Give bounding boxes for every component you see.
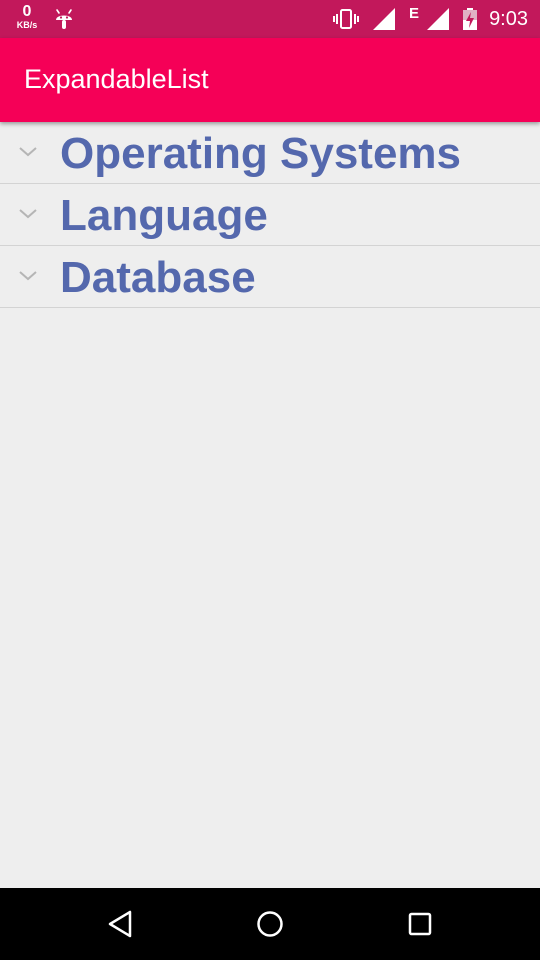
back-icon [108,910,132,938]
home-button[interactable] [252,906,288,942]
android-debug-icon [56,9,72,29]
network-speed: 0 KB/s [12,4,42,30]
network-speed-value: 0 [22,3,32,20]
vibrate-icon [333,9,360,29]
group-label: Operating Systems [60,129,462,178]
home-icon [257,911,283,937]
list-group-database[interactable]: Database [0,246,540,308]
app-bar: ExpandableList [0,38,540,122]
status-left: 0 KB/s [12,4,74,30]
status-right: E 9:03 [319,0,528,38]
group-label: Database [60,253,256,302]
chevron-down-icon [19,147,37,157]
signal-icon [373,8,396,30]
network-type: E [409,4,420,22]
chevron-down-icon [19,209,37,219]
status-bar: 0 KB/s E 9:03 [0,0,540,38]
back-button[interactable] [102,906,138,942]
network-speed-unit: KB/s [16,20,38,30]
recents-button[interactable] [402,906,438,942]
app-title: ExpandableList [24,64,209,94]
group-label: Language [60,191,268,240]
signal-icon [427,8,450,30]
list-group-language[interactable]: Language [0,184,540,246]
expandable-list: Operating Systems Language Database [0,122,540,308]
recents-icon [408,912,432,936]
battery-icon [463,8,478,30]
chevron-down-icon [19,271,37,281]
navigation-bar [0,888,540,960]
list-group-operating-systems[interactable]: Operating Systems [0,122,540,184]
clock: 9:03 [489,7,528,30]
